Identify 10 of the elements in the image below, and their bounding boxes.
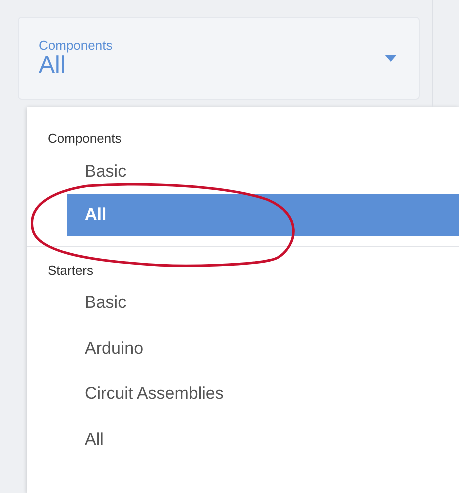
group-header: Starters	[47, 262, 94, 280]
select-value: All	[39, 53, 66, 80]
select-label: Components	[39, 38, 114, 54]
group-header: Components	[47, 130, 122, 148]
menu-item[interactable]: Basic	[67, 280, 145, 326]
caret-icon	[385, 55, 397, 62]
menu-item[interactable]: All	[67, 416, 122, 462]
menu-item[interactable]: Circuit Assemblies	[67, 371, 242, 416]
menu-item[interactable]: Arduino	[67, 326, 162, 371]
menu-item[interactable]: Basic	[67, 148, 145, 194]
